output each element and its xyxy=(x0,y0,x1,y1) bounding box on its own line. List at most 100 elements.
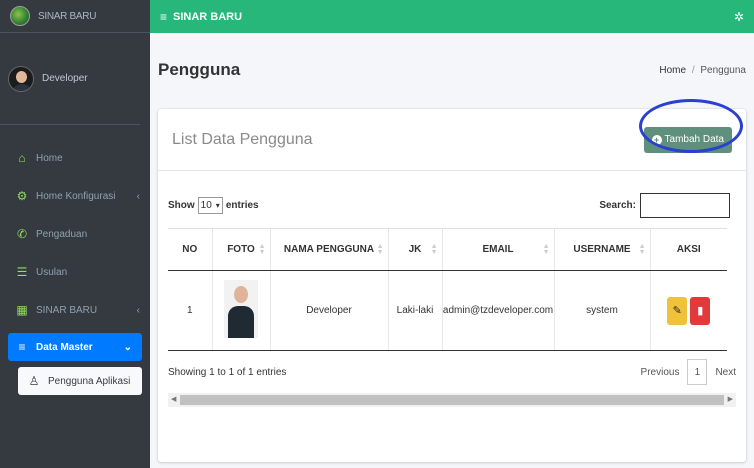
page-length-control: Show 10 ▾ entries xyxy=(168,197,259,214)
cogs-icon: ⚙ xyxy=(16,189,28,203)
sidebar-nav: ⌂ Home ⚙ Home Konfigurasi ‹ ✆ Pengaduan … xyxy=(0,125,150,395)
phone-icon: ✆ xyxy=(16,227,28,241)
card-header: List Data Pengguna + Tambah Data xyxy=(158,99,746,171)
show-label: Show xyxy=(168,200,195,211)
gear-icon[interactable]: ✲ xyxy=(734,10,744,24)
hamburger-icon[interactable]: ≡ xyxy=(160,10,167,24)
page-title: Pengguna xyxy=(158,60,241,79)
page-length-select[interactable]: 10 ▾ xyxy=(197,197,223,214)
sort-icon: ▲ ▼ xyxy=(258,243,266,256)
sidebar-item-pengaduan[interactable]: ✆ Pengaduan xyxy=(0,215,150,253)
list-icon: ☰ xyxy=(16,265,28,279)
cell-foto xyxy=(211,270,270,351)
sort-icon: ▲ ▼ xyxy=(542,243,550,256)
page-button[interactable]: 1 xyxy=(687,359,708,385)
column-label: EMAIL xyxy=(482,244,514,255)
previous-button[interactable]: Previous xyxy=(641,367,680,378)
sort-icon: ▲ ▼ xyxy=(376,243,384,256)
users-card: List Data Pengguna + Tambah Data Show 10… xyxy=(158,99,746,462)
sort-icon: ▲ ▼ xyxy=(430,243,438,256)
sidebar: SINAR BARU Developer ⌂ Home ⚙ Home Konfi… xyxy=(0,0,150,468)
user-icon: ♙ xyxy=(28,374,40,388)
sidebar-item-pengguna-aplikasi[interactable]: ♙ Pengguna Aplikasi xyxy=(18,367,142,395)
column-header-email[interactable]: EMAIL ▲ ▼ xyxy=(441,228,554,271)
avatar xyxy=(8,65,34,92)
column-label: USERNAME xyxy=(573,244,631,255)
user-panel[interactable]: Developer xyxy=(0,33,140,125)
column-header-username[interactable]: USERNAME ▲ ▼ xyxy=(553,228,650,271)
next-button[interactable]: Next xyxy=(715,367,736,378)
cell-nama: Developer xyxy=(269,270,388,351)
table-footer: Showing 1 to 1 of 1 entries Previous 1 N… xyxy=(158,359,746,385)
table-header-row: NO FOTO ▲ ▼ NAMA PENGGUNA ▲ ▼ JK ▲ ▼ EMAIL ▲ ▼ U… xyxy=(168,228,727,271)
entries-label: entries xyxy=(225,200,259,211)
horizontal-scrollbar[interactable]: ◀ ▶ xyxy=(168,393,736,407)
edit-icon: ✎ xyxy=(672,304,682,317)
scroll-left-icon[interactable]: ◀ xyxy=(171,395,176,403)
sidebar-item-label: Pengaduan xyxy=(36,228,88,240)
edit-button[interactable]: ✎ xyxy=(667,296,688,325)
brand-name: SINAR BARU xyxy=(38,10,97,22)
scroll-right-icon[interactable]: ▶ xyxy=(728,395,733,403)
chevron-down-icon: ▾ xyxy=(215,201,220,210)
sidebar-item-label: Home xyxy=(36,152,63,164)
chevron-left-icon: ‹ xyxy=(136,190,140,202)
search-label: Search: xyxy=(599,200,636,211)
breadcrumb-separator: / xyxy=(691,64,695,76)
database-icon: ≡ xyxy=(18,340,26,354)
cell-jk: Laki-laki xyxy=(387,270,442,351)
breadcrumb: Home / Pengguna xyxy=(659,65,746,76)
column-label: JK xyxy=(408,244,422,255)
chevron-down-icon: ⌄ xyxy=(123,341,132,353)
column-label: FOTO xyxy=(227,244,255,255)
table-controls: Show 10 ▾ entries Search: xyxy=(158,193,746,218)
cell-aksi: ✎ ▮ xyxy=(649,270,727,351)
column-label: AKSI xyxy=(676,244,701,255)
chevron-left-icon: ‹ xyxy=(136,304,140,316)
cell-no: 1 xyxy=(168,270,212,351)
table-info: Showing 1 to 1 of 1 entries xyxy=(168,366,287,378)
users-table: NO FOTO ▲ ▼ NAMA PENGGUNA ▲ ▼ JK ▲ ▼ EMAIL ▲ ▼ U… xyxy=(168,228,727,351)
topbar-title: SINAR BARU xyxy=(173,10,243,23)
column-header-nama[interactable]: NAMA PENGGUNA ▲ ▼ xyxy=(269,228,388,271)
sidebar-item-home[interactable]: ⌂ Home xyxy=(0,139,150,177)
sidebar-item-label: Usulan xyxy=(36,266,68,278)
sort-icon: ▲ ▼ xyxy=(638,243,646,256)
sidebar-item-sinar-baru[interactable]: ▦ SINAR BARU ‹ xyxy=(0,291,150,329)
content-header: Pengguna Home / Pengguna xyxy=(158,60,746,80)
table-row: 1 Developer Laki-laki admin@tzdeveloper.… xyxy=(168,270,727,351)
user-name: Developer xyxy=(42,73,88,84)
trash-icon: ▮ xyxy=(697,304,704,317)
highlight-circle xyxy=(639,99,743,153)
topbar: ≡ SINAR BARU ✲ xyxy=(150,0,754,33)
cell-email: admin@tzdeveloper.com xyxy=(441,270,554,351)
user-photo xyxy=(224,280,258,338)
card-title: List Data Pengguna xyxy=(172,130,313,148)
sidebar-item-label: Pengguna Aplikasi xyxy=(48,375,131,387)
column-label: NO xyxy=(182,244,198,255)
column-header-foto[interactable]: FOTO ▲ ▼ xyxy=(211,228,270,271)
sidebar-item-data-master[interactable]: ≡ Data Master ⌄ xyxy=(8,333,142,361)
page-length-value: 10 xyxy=(200,200,212,211)
brand[interactable]: SINAR BARU xyxy=(0,0,150,33)
scrollbar-thumb[interactable] xyxy=(180,395,724,405)
delete-button[interactable]: ▮ xyxy=(690,296,711,325)
breadcrumb-current: Pengguna xyxy=(700,64,746,76)
search-input[interactable] xyxy=(640,193,730,218)
brand-logo xyxy=(10,6,30,26)
search-control: Search: xyxy=(599,193,730,218)
cell-username: system xyxy=(553,270,650,351)
building-icon: ▦ xyxy=(16,303,28,317)
column-header-aksi: AKSI xyxy=(649,228,727,271)
column-header-jk[interactable]: JK ▲ ▼ xyxy=(387,228,442,271)
home-icon: ⌂ xyxy=(18,151,26,165)
sidebar-item-label: Home Konfigurasi xyxy=(36,190,116,202)
column-label: NAMA PENGGUNA xyxy=(283,244,375,255)
sidebar-item-label: SINAR BARU xyxy=(36,304,98,316)
sidebar-item-home-konfigurasi[interactable]: ⚙ Home Konfigurasi ‹ xyxy=(0,177,150,215)
sidebar-item-usulan[interactable]: ☰ Usulan xyxy=(0,253,150,291)
breadcrumb-home[interactable]: Home xyxy=(659,65,686,76)
pagination: Previous 1 Next xyxy=(641,359,736,385)
sidebar-item-label: Data Master xyxy=(36,341,93,353)
column-header-no[interactable]: NO xyxy=(168,228,212,271)
